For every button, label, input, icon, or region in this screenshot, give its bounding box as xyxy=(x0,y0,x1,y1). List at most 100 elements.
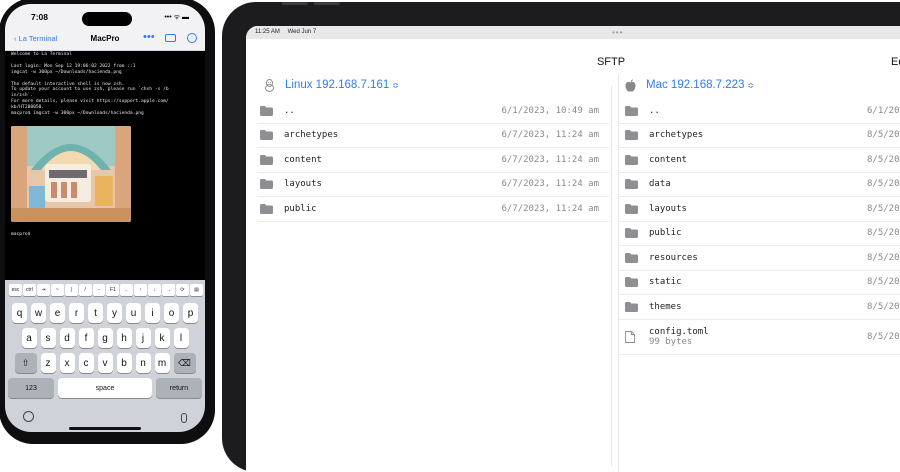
more-icon[interactable]: ••• xyxy=(143,31,155,43)
file-name: themes xyxy=(649,301,682,312)
file-date: 8/5/202 xyxy=(867,252,900,263)
key-g[interactable]: g xyxy=(97,328,113,348)
shift-key[interactable]: ⇧ xyxy=(14,353,37,373)
folder-icon xyxy=(625,105,639,116)
list-item[interactable]: content 8/5/2023 xyxy=(619,148,900,173)
space-key[interactable]: space xyxy=(58,378,152,398)
key-r[interactable]: r xyxy=(69,303,84,323)
arrow-up-key[interactable]: ↑ xyxy=(134,284,148,296)
key-j[interactable]: j xyxy=(135,328,151,348)
terminal-prompt[interactable]: macpro$ xyxy=(11,232,30,237)
f1-key[interactable]: F1 xyxy=(106,284,120,296)
list-item[interactable]: .. 6/1/2023, 10:49 am xyxy=(258,99,609,124)
key-o[interactable]: o xyxy=(164,303,179,323)
key-c[interactable]: c xyxy=(78,353,94,373)
terminal-line: in/zsh`. xyxy=(11,93,34,99)
list-item[interactable]: data 8/5/202 xyxy=(619,173,900,197)
list-item[interactable]: layouts 8/5/202 xyxy=(619,197,900,222)
file-name: content xyxy=(649,154,687,165)
key-k[interactable]: k xyxy=(154,328,170,348)
dash-key[interactable]: - xyxy=(92,284,106,296)
ctrl-key[interactable]: ctrl xyxy=(22,284,36,296)
key-y[interactable]: y xyxy=(107,303,122,323)
arrow-right-key[interactable]: → xyxy=(162,284,176,296)
folder-icon xyxy=(625,130,639,141)
key-q[interactable]: q xyxy=(12,303,27,323)
key-i[interactable]: i xyxy=(145,303,160,323)
file-name: public xyxy=(284,203,317,214)
pane-divider[interactable] xyxy=(611,86,612,466)
folder-icon xyxy=(260,203,274,214)
list-item[interactable]: static 8/5/202 xyxy=(619,271,900,295)
key-l[interactable]: l xyxy=(173,328,189,348)
return-key[interactable]: return xyxy=(156,378,202,398)
list-item[interactable]: config.toml 99 bytes 8/5/2023 xyxy=(619,320,900,355)
file-date: 8/5/202 xyxy=(867,277,900,288)
tab-key[interactable]: ⇥ xyxy=(36,284,50,296)
list-item[interactable]: themes 8/5/202 xyxy=(619,295,900,320)
iphone-status-time: 7:08 xyxy=(31,12,49,22)
refresh-icon[interactable]: ⟳ xyxy=(176,284,189,296)
microphone-icon[interactable] xyxy=(181,413,187,423)
key-t[interactable]: t xyxy=(88,303,103,323)
menu-icon[interactable]: ▤ xyxy=(189,284,203,296)
file-name: content xyxy=(284,154,322,165)
terminal-line: macpro$ imgcat -w 300px ~/Downloads/haci… xyxy=(11,111,144,117)
document-icon xyxy=(625,330,639,343)
key-w[interactable]: w xyxy=(31,303,46,323)
key-h[interactable]: h xyxy=(116,328,132,348)
file-name: data xyxy=(649,179,671,190)
list-item[interactable]: layouts 6/7/2023, 11:24 am xyxy=(258,173,609,197)
key-p[interactable]: p xyxy=(183,303,198,323)
key-b[interactable]: b xyxy=(116,353,132,373)
key-f[interactable]: f xyxy=(78,328,94,348)
key-u[interactable]: u xyxy=(126,303,141,323)
file-date: 6/7/2023, 11:24 am xyxy=(501,203,599,214)
home-indicator[interactable] xyxy=(69,427,141,430)
file-name: resources xyxy=(649,252,698,263)
signal-wifi-battery-icon: ••• ᯤ ▬ xyxy=(164,14,189,21)
right-host-label: Mac 192.168.7.223 xyxy=(646,79,745,91)
key-e[interactable]: e xyxy=(50,303,65,323)
dynamic-island xyxy=(82,12,132,26)
gauge-icon[interactable] xyxy=(187,33,197,43)
file-date: 8/5/202 xyxy=(867,228,900,239)
pipe-key[interactable]: | xyxy=(64,284,78,296)
list-item[interactable]: archetypes 8/5/2023 xyxy=(619,124,900,148)
terminal-line: Last login: Mon Sep 12 19:06:02 2022 fro… xyxy=(11,63,136,69)
key-d[interactable]: d xyxy=(59,328,75,348)
file-date: 8/5/2023 xyxy=(867,331,900,342)
left-file-list: .. 6/1/2023, 10:49 am archetypes 6/7/202… xyxy=(258,99,609,222)
right-host-selector[interactable]: Mac 192.168.7.223 ≎ xyxy=(619,75,900,95)
key-m[interactable]: m xyxy=(154,353,170,373)
list-item[interactable]: public 6/7/2023, 11:24 am xyxy=(258,197,609,222)
esc-key[interactable]: esc xyxy=(9,284,22,296)
terminal-output[interactable]: Welcome to La Terminal Last login: Mon S… xyxy=(11,52,201,117)
list-item[interactable]: content 6/7/2023, 11:24 am xyxy=(258,148,609,173)
folder-icon xyxy=(625,301,639,312)
numbers-key[interactable]: 123 xyxy=(8,378,54,398)
terminal-line: Welcome to La Terminal xyxy=(11,52,72,57)
key-z[interactable]: z xyxy=(40,353,56,373)
slash-key[interactable]: / xyxy=(78,284,92,296)
key-v[interactable]: v xyxy=(97,353,113,373)
key-a[interactable]: a xyxy=(21,328,37,348)
list-item[interactable]: public 8/5/202 xyxy=(619,222,900,246)
list-item[interactable]: archetypes 6/7/2023, 11:24 am xyxy=(258,124,609,148)
list-item[interactable]: resources 8/5/202 xyxy=(619,246,900,271)
edit-button[interactable]: Ed xyxy=(891,56,900,68)
key-x[interactable]: x xyxy=(59,353,75,373)
arrow-down-key[interactable]: ↓ xyxy=(148,284,162,296)
keyboard-icon[interactable] xyxy=(165,34,176,42)
left-host-selector[interactable]: Linux 192.168.7.161 ≎ xyxy=(258,75,609,95)
key-s[interactable]: s xyxy=(40,328,56,348)
backspace-key[interactable]: ⌫ xyxy=(173,353,196,373)
key-n[interactable]: n xyxy=(135,353,151,373)
emoji-icon[interactable] xyxy=(23,411,34,422)
multitasking-dots[interactable]: ••• xyxy=(612,28,623,37)
list-item[interactable]: .. 6/1/2023 xyxy=(619,99,900,124)
arrow-left-key[interactable]: ← xyxy=(120,284,134,296)
terminal-line: imgcat -w 300px ~/Downloads/hacienda.png xyxy=(11,69,122,75)
tilde-key[interactable]: ~ xyxy=(50,284,64,296)
extra-keys-bar: esc ctrl ⇥ ~ | / - F1 ← ↑ ↓ → ⟳ ▤ xyxy=(9,284,203,298)
